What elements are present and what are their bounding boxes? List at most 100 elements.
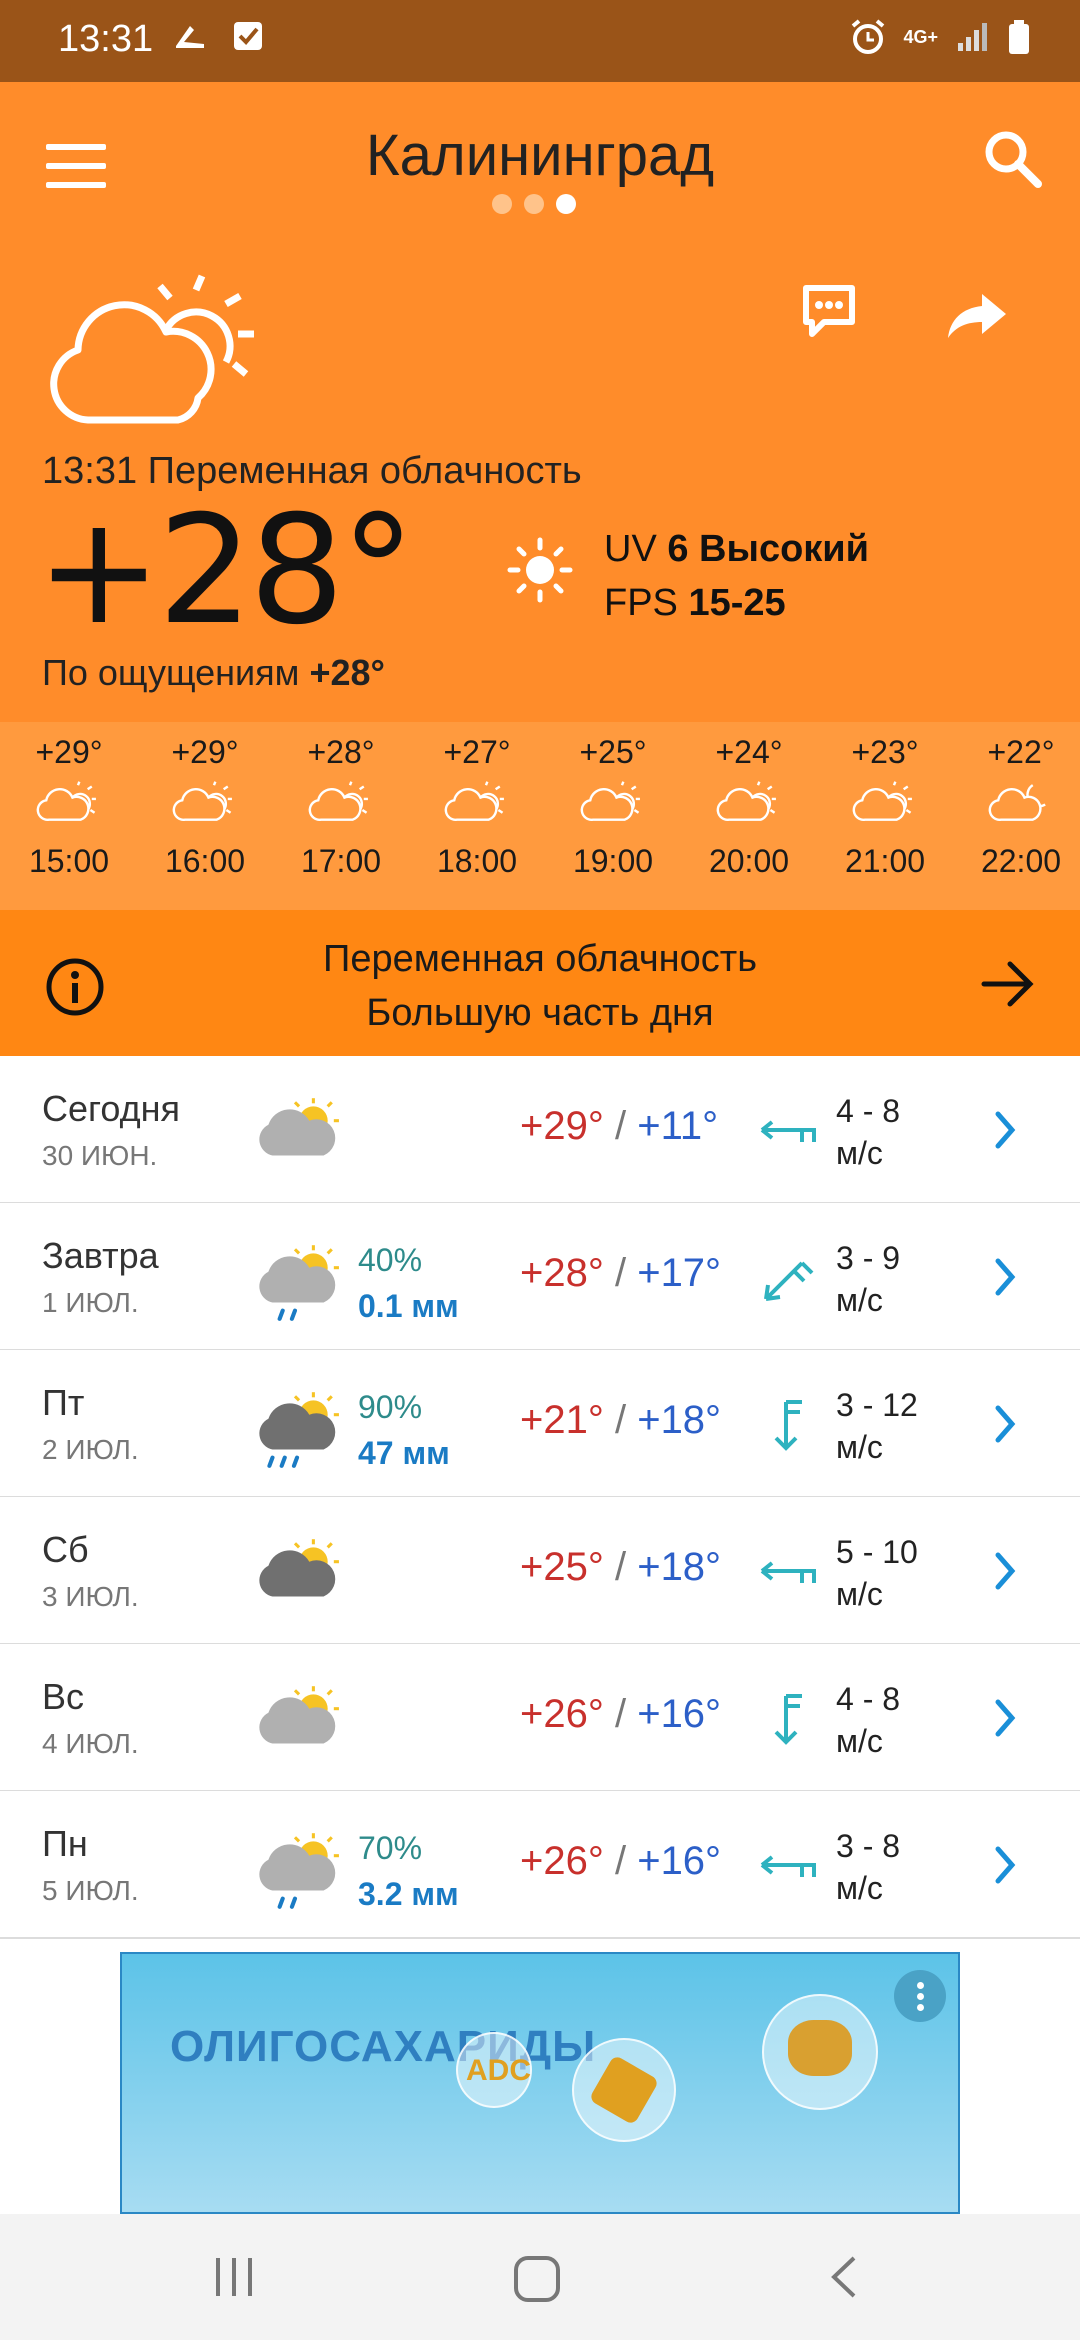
page-dot-active — [556, 194, 576, 214]
day-name: Вс — [42, 1676, 85, 1717]
wind-west-icon — [760, 1561, 816, 1583]
hourly-temperature: +25° — [579, 734, 647, 770]
hourly-item: +28° 17:00 — [273, 722, 409, 880]
ad-molecule-icon — [788, 2020, 852, 2076]
alarm-icon — [852, 19, 885, 54]
hourly-time: 22:00 — [980, 843, 1062, 879]
uv-fps-info: UV 6 Высокий FPS 15-25 — [604, 528, 870, 624]
wind-speed: 5 - 10 м/с — [836, 1534, 918, 1612]
day-row[interactable]: Завтра 1 ИЮЛ. 40% 0.1 мм +28° / +17° 3 - 9 м/с — [0, 1203, 1080, 1351]
day-name: Пт — [42, 1382, 85, 1423]
hourly-item: +25° 19:00 — [545, 722, 681, 880]
wind-south-icon — [774, 1694, 802, 1745]
page-dot — [524, 194, 544, 214]
hourly-time: 15:00 — [28, 843, 110, 879]
day-row[interactable]: Сб 3 ИЮЛ. +25° / +18° 5 - 10 м/с — [0, 1497, 1080, 1645]
partly-cloudy-icon — [36, 781, 96, 821]
chevron-right-icon[interactable] — [990, 1696, 1020, 1740]
status-bar: 13:31 4G+ — [0, 0, 1080, 82]
hourly-item: +22° 22:00 — [953, 722, 1080, 880]
precipitation-probability: 90% — [358, 1389, 423, 1425]
hourly-item: +23° 21:00 — [817, 722, 953, 880]
partly-cloudy-icon — [172, 781, 232, 821]
precipitation-probability: 70% — [358, 1830, 423, 1866]
hourly-time: 18:00 — [436, 843, 518, 879]
temp-max: +26° — [520, 1692, 604, 1736]
ad-title: ОЛИГОСАХАРИДЫ — [170, 2022, 597, 2071]
day-temperatures: +21° / +18° — [520, 1398, 722, 1442]
hourly-forecast[interactable]: +29° 15:00 +29° 16:00 +28° 17:00 +27° 18:00 +25°… — [0, 722, 1080, 910]
feels-like: По ощущениям +28° — [42, 652, 385, 693]
status-time: 13:31 — [58, 18, 154, 60]
current-weather-header: Калининград 13:31 Переменная облачность … — [0, 82, 1080, 722]
wind-west-icon — [760, 1855, 816, 1877]
hourly-time: 16:00 — [164, 843, 246, 879]
ad-options-icon[interactable] — [894, 1970, 946, 2022]
cloud-sun-rain-icon — [259, 1245, 339, 1321]
temp-max: +25° — [520, 1545, 604, 1589]
chevron-right-icon[interactable] — [990, 1549, 1020, 1593]
day-summary-banner[interactable]: Переменная облачность Большую часть дня — [0, 910, 1080, 1056]
advertisement-banner[interactable]: ОЛИГОСАХАРИДЫ ADC — [120, 1952, 960, 2214]
hourly-item: +24° 20:00 — [681, 722, 817, 880]
partly-cloudy-icon — [580, 781, 640, 821]
day-row[interactable]: Пт 2 ИЮЛ. 90% 47 мм +21° / +18° 3 - 12 м/с — [0, 1350, 1080, 1498]
sun-uv-icon — [507, 537, 573, 603]
wind-west-icon — [760, 1120, 816, 1142]
cloud-sun-heavy-rain-icon — [259, 1392, 339, 1468]
temp-min: +18° — [637, 1545, 722, 1589]
hourly-item: +29° 15:00 — [1, 722, 137, 880]
checkbox-notification-icon — [234, 22, 262, 50]
search-icon[interactable] — [980, 126, 1044, 190]
cloud-sun-rain-icon — [259, 1833, 339, 1909]
day-date: 2 ИЮЛ. — [42, 1434, 139, 1465]
partly-cloudy-night-icon — [988, 784, 1046, 821]
hourly-temperature: +29° — [171, 734, 239, 770]
ad-badge: ADC — [466, 2054, 531, 2087]
day-row[interactable]: Сегодня 30 ИЮН. +29° / +11° 4 - 8 м/с — [0, 1056, 1080, 1204]
wind-southwest-icon — [764, 1261, 814, 1301]
summary-line-1: Переменная облачность — [323, 938, 757, 980]
precipitation: 70% 3.2 мм — [358, 1825, 459, 1917]
chevron-right-icon[interactable] — [990, 1255, 1020, 1299]
day-temperatures: +29° / +11° — [520, 1104, 719, 1148]
hourly-item: +29° 16:00 — [137, 722, 273, 880]
city-title[interactable]: Калининград — [0, 122, 1080, 189]
cloud-sun-icon — [259, 1098, 339, 1156]
temp-min: +17° — [637, 1251, 722, 1295]
back-icon[interactable] — [826, 2254, 862, 2300]
day-row[interactable]: Пн 5 ИЮЛ. 70% 3.2 мм +26° / +16° 3 - 8 м/с — [0, 1791, 1080, 1939]
chevron-right-icon[interactable] — [990, 1843, 1020, 1887]
summary-line-2: Большую часть дня — [366, 992, 714, 1034]
hourly-time: 19:00 — [572, 843, 654, 879]
recent-apps-icon[interactable] — [212, 2254, 256, 2300]
arrow-right-icon[interactable] — [980, 958, 1036, 1010]
chevron-right-icon[interactable] — [990, 1108, 1020, 1152]
page-indicator — [492, 194, 576, 214]
day-temperatures: +28° / +17° — [520, 1251, 722, 1295]
network-type-label: 4G+ — [903, 27, 938, 47]
precipitation: 90% 47 мм — [358, 1384, 450, 1476]
comments-icon[interactable] — [800, 282, 858, 340]
battery-icon — [1009, 20, 1029, 54]
share-icon[interactable] — [946, 290, 1008, 340]
temp-min: +16° — [637, 1839, 722, 1883]
dark-cloud-sun-icon — [259, 1539, 339, 1597]
hourly-time: 21:00 — [844, 843, 926, 879]
cloud-sun-icon — [259, 1686, 339, 1744]
wind-speed: 3 - 8 м/с — [836, 1828, 901, 1906]
notification-icon — [176, 26, 204, 48]
hourly-temperature: +29° — [35, 734, 103, 770]
temp-min: +11° — [637, 1104, 719, 1148]
day-temperatures: +26° / +16° — [520, 1839, 722, 1883]
day-name: Сегодня — [42, 1088, 180, 1129]
hourly-temperature: +28° — [307, 734, 375, 770]
day-row[interactable]: Вс 4 ИЮЛ. +26° / +16° 4 - 8 м/с — [0, 1644, 1080, 1792]
partly-cloudy-icon — [716, 781, 776, 821]
chevron-right-icon[interactable] — [990, 1402, 1020, 1446]
home-icon[interactable] — [512, 2254, 562, 2304]
precipitation-probability: 40% — [358, 1242, 423, 1278]
current-temperature: +28° — [36, 484, 416, 658]
signal-icon — [958, 23, 987, 51]
day-name: Завтра — [42, 1235, 159, 1276]
